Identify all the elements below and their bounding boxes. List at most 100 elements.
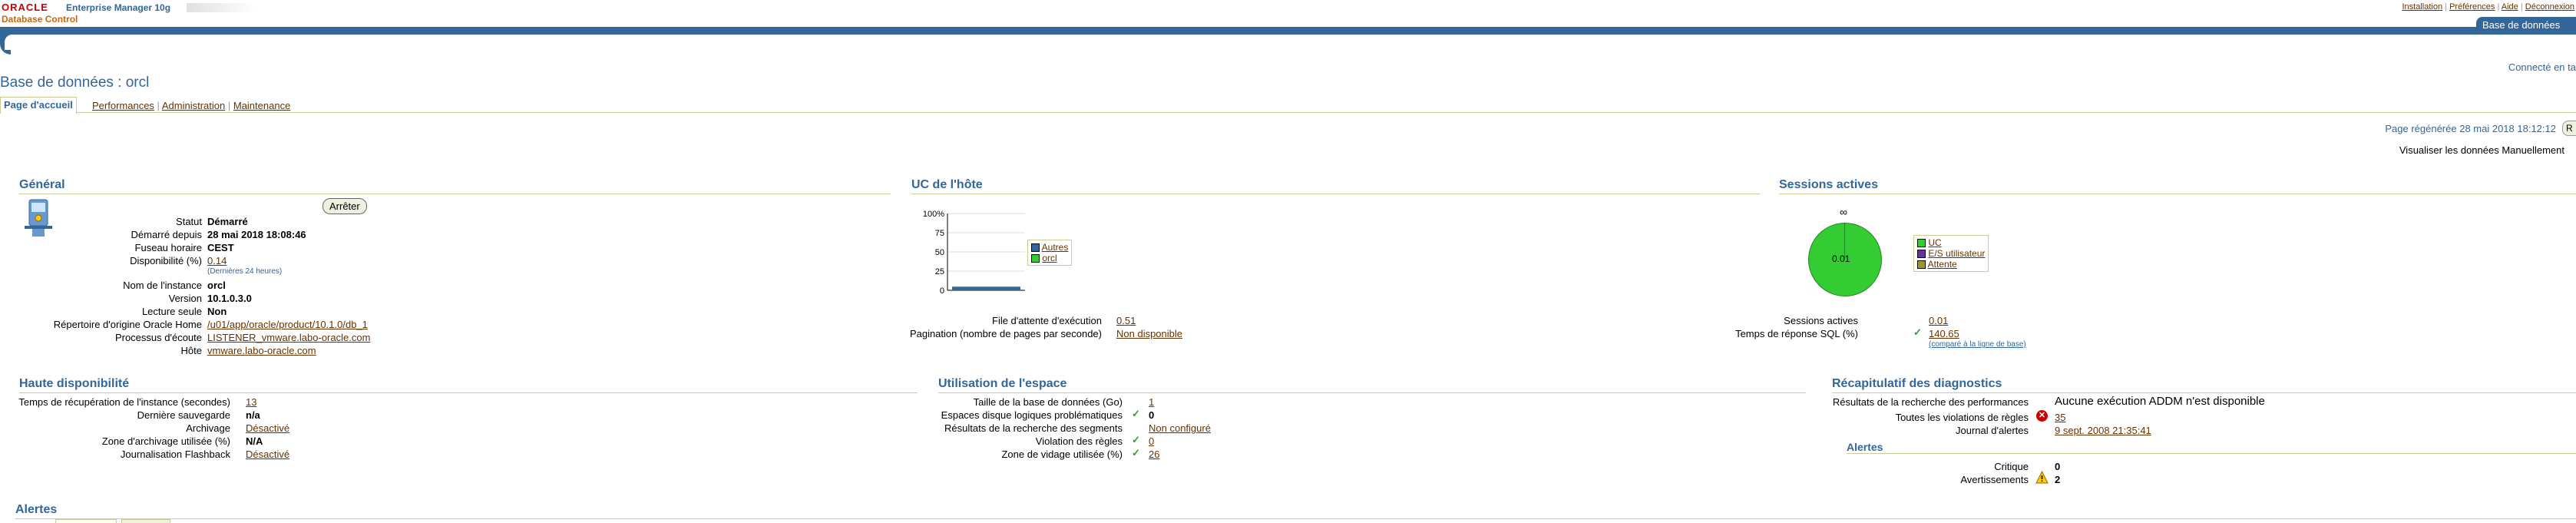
product-name: Enterprise Manager 10g — [66, 2, 171, 13]
diag-value-critical: 0 — [2055, 461, 2061, 472]
general-value-instance: orcl — [207, 280, 226, 291]
sessions-value-sql[interactable]: 140.65 — [1929, 328, 1959, 339]
regenerated-label: Page régénérée — [2385, 123, 2457, 134]
tab-maintenance[interactable]: Maintenance — [233, 100, 290, 111]
link-preferences[interactable]: Préférences — [2449, 2, 2495, 12]
oracle-logo: ORACLE — [2, 2, 48, 13]
link-separator: | — [2520, 2, 2523, 12]
section-cpu-title: UC de l'hôte — [911, 178, 1760, 194]
sessions-legend-label-wait[interactable]: Attente — [1928, 259, 1957, 270]
view-data-select[interactable]: Manuellement — [2502, 144, 2564, 156]
section-general-title: Général — [19, 178, 891, 194]
tab-separator: | — [157, 100, 160, 111]
cpu-y-tick-label: 50 — [935, 248, 944, 257]
space-dump-check-icon: ✓ — [1132, 447, 1140, 458]
diag-value-addm: Aucune exécution ADDM n'est disponible — [2055, 395, 2265, 408]
sessions-pie-center: 0.01 — [1832, 253, 1850, 264]
link-logout[interactable]: Déconnexion — [2525, 2, 2574, 12]
ha-value-archive-area: N/A — [246, 435, 263, 447]
ha-value-archiving[interactable]: Désactivé — [246, 422, 289, 434]
sessions-legend-label-cpu[interactable]: UC — [1928, 237, 1941, 248]
general-value-started: 28 mai 2018 18:08:46 — [207, 229, 306, 240]
space-value-violations[interactable]: 0 — [1149, 435, 1154, 447]
sessions-label-active: Sessions actives — [1784, 315, 1858, 326]
sessions-legend-swatch-cpu — [1917, 239, 1926, 248]
general-label-timezone: Fuseau horaire — [134, 242, 202, 253]
link-help[interactable]: Aide — [2502, 2, 2518, 12]
space-value-db-size[interactable]: 1 — [1149, 396, 1154, 408]
header-bar — [0, 27, 2576, 35]
diag-alerts-subtitle: Alertes — [1847, 441, 2576, 454]
ha-label-archive-area: Zone d'archivage utilisée (%) — [101, 435, 230, 447]
diag-value-alert-log[interactable]: 9 sept. 2008 21:35:41 — [2055, 425, 2151, 436]
space-violations-check-icon: ✓ — [1132, 434, 1140, 445]
database-icon — [21, 197, 55, 240]
sessions-sql-note[interactable]: (comparé à la ligne de base) — [1929, 340, 2026, 349]
warning-triangle-icon — [2035, 470, 2049, 484]
stop-button[interactable]: Arrêter — [322, 198, 367, 214]
section-diag-title: Récapitulatif des diagnostics — [1832, 377, 2576, 393]
section-alerts-title: Alertes — [15, 503, 2576, 519]
general-label-listener: Processus d'écoute — [114, 332, 202, 343]
space-label-violations: Violation des règles — [1035, 435, 1123, 447]
sessions-legend-item-cpu[interactable]: UC — [1917, 237, 1985, 248]
tab-administration[interactable]: Administration — [162, 100, 225, 111]
diag-label-alert-log: Journal d'alertes — [1956, 425, 2029, 436]
general-value-timezone: CEST — [207, 242, 234, 253]
diag-label-warnings: Avertissements — [1960, 474, 2029, 485]
subtab-bar — [0, 96, 2576, 113]
general-value-listener[interactable]: LISTENER_vmware.labo-oracle.com — [207, 332, 370, 343]
general-label-host: Hôte — [180, 345, 202, 356]
cpu-bar-orcl — [952, 286, 1020, 287]
space-label-dump: Zone de vidage utilisée (%) — [1001, 449, 1123, 460]
header-decoration — [187, 3, 256, 12]
general-value-availability[interactable]: 0.14 — [207, 255, 227, 266]
cpu-legend-item-orcl[interactable]: orcl — [1031, 253, 1068, 263]
sessions-legend-item-io[interactable]: E/S utilisateur — [1917, 248, 1985, 259]
link-installation[interactable]: Installation — [2402, 2, 2443, 12]
product-subtitle: Database Control — [2, 14, 78, 25]
sessions-legend-item-wait[interactable]: Attente — [1917, 259, 1985, 270]
cpu-y-tick-label: 100% — [923, 210, 944, 219]
tab-database[interactable]: Base de données — [2476, 17, 2576, 35]
ha-value-flashback[interactable]: Désactivé — [246, 449, 289, 460]
critical-icon: ✕ — [2036, 410, 2048, 422]
general-value-host[interactable]: vmware.labo-oracle.com — [207, 345, 316, 356]
cpu-legend-item-autres[interactable]: Autres — [1031, 242, 1068, 253]
tab-performance[interactable]: Performances — [92, 100, 154, 111]
availability-note: (Dernières 24 heures) — [207, 267, 283, 276]
cpu-legend-label-orcl[interactable]: orcl — [1042, 253, 1057, 263]
ha-label-archiving: Archivage — [186, 422, 230, 434]
space-tablespaces-check-icon: ✓ — [1132, 408, 1140, 419]
sessions-sql-check-icon: ✓ — [1913, 326, 1922, 338]
sessions-label-sql: Temps de réponse SQL (%) — [1735, 328, 1858, 339]
tab-home[interactable]: Page d'accueil — [0, 97, 77, 114]
space-value-dump[interactable]: 26 — [1149, 449, 1159, 460]
cpu-legend-label-autres[interactable]: Autres — [1042, 242, 1069, 253]
cpu-label-paging: Pagination (nombre de pages par seconde) — [909, 328, 1102, 339]
cpu-value-runqueue[interactable]: 0.51 — [1116, 315, 1136, 326]
section-space-title: Utilisation de l'espace — [938, 377, 1806, 393]
section-sessions-title: Sessions actives — [1779, 178, 2576, 194]
sessions-legend-label-io[interactable]: E/S utilisateur — [1928, 248, 1985, 259]
warning-icon — [2035, 470, 2049, 486]
space-label-db-size: Taille de la base de données (Go) — [973, 396, 1123, 408]
view-data: Visualiser les données Manuellement — [2399, 144, 2564, 156]
general-label-readonly: Lecture seule — [141, 306, 202, 317]
alerts-tab-2[interactable] — [121, 519, 170, 523]
cpu-legend-swatch-orcl — [1031, 254, 1040, 263]
sessions-value-active[interactable]: 0.01 — [1929, 315, 1948, 326]
sessions-legend-swatch-io — [1917, 250, 1926, 259]
diag-value-violations[interactable]: 35 — [2055, 412, 2065, 423]
space-label-tablespaces: Espaces disque logiques problématiques — [941, 409, 1123, 421]
ha-value-recovery[interactable]: 13 — [246, 396, 256, 408]
space-value-segments[interactable]: Non configuré — [1149, 422, 1211, 434]
cpu-legend: Autres orcl — [1027, 240, 1073, 266]
cpu-value-paging[interactable]: Non disponible — [1116, 328, 1182, 339]
general-value-oracle-home[interactable]: /u01/app/oracle/product/10.1.0/db_1 — [207, 319, 368, 330]
sessions-pie-top-label: ∞ — [1840, 206, 1847, 218]
diag-label-critical: Critique — [1994, 461, 2029, 472]
ha-value-backup: n/a — [246, 409, 260, 421]
alerts-tab-1[interactable] — [55, 519, 117, 523]
refresh-button[interactable]: R — [2562, 121, 2576, 136]
